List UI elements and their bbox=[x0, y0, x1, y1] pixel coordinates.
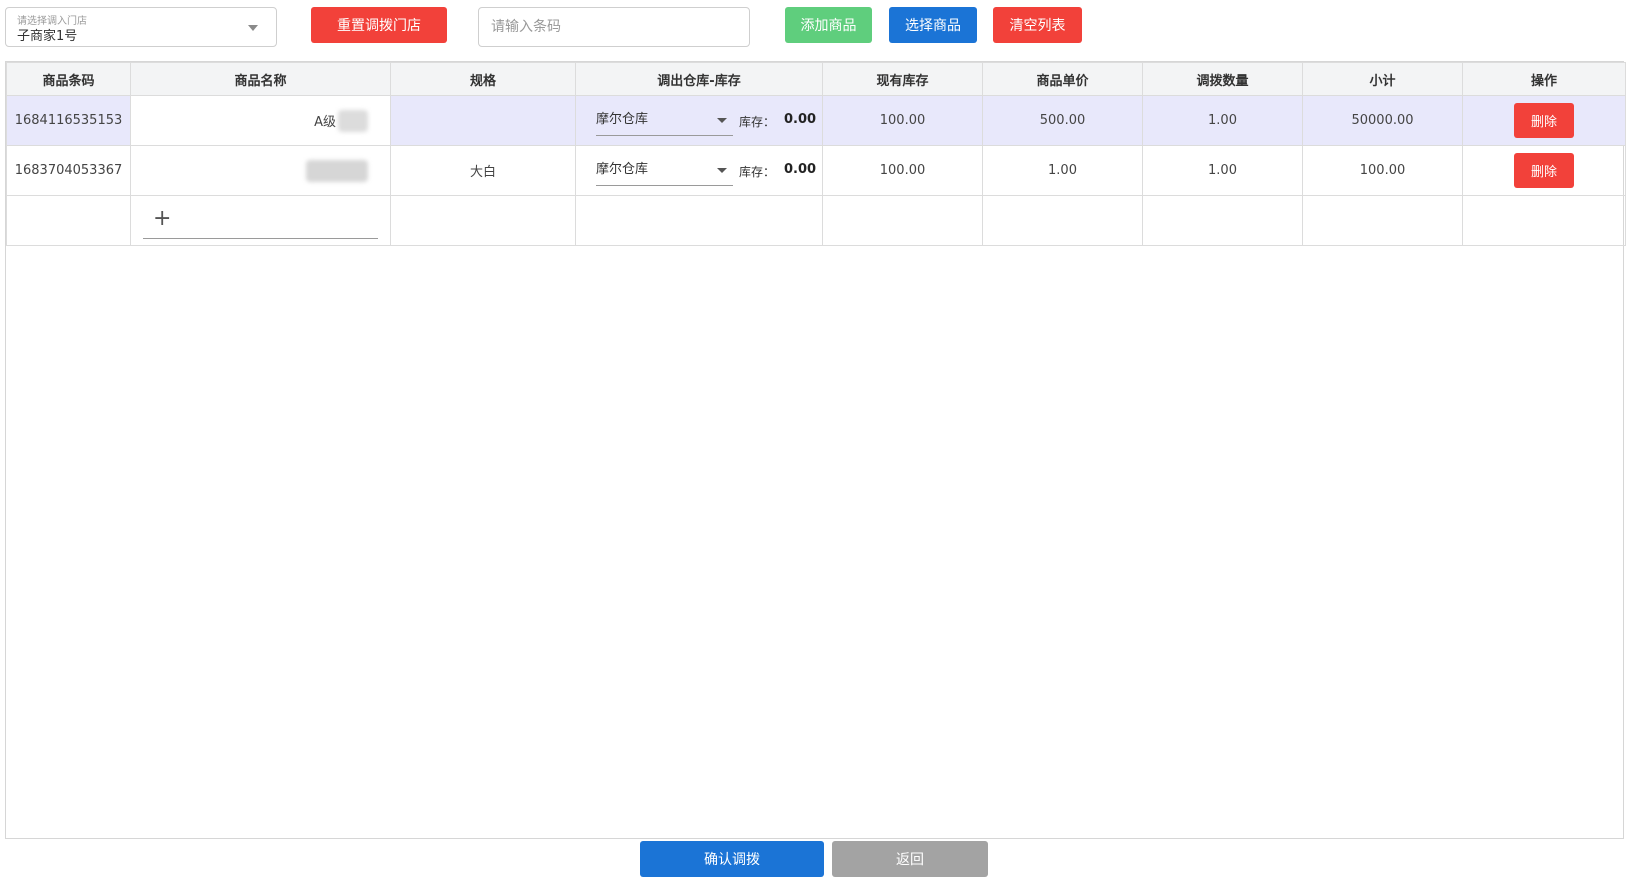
actions-cell: 删除 bbox=[1462, 95, 1626, 146]
select-product-button[interactable]: 选择商品 bbox=[889, 7, 977, 43]
clear-list-button[interactable]: 清空列表 bbox=[993, 7, 1082, 43]
delete-button[interactable]: 删除 bbox=[1514, 103, 1574, 138]
table-row: 1683704053367 大白 摩尔仓库 库存： 0.00 100.00 1.… bbox=[6, 145, 1626, 196]
stock-value: 0.00 bbox=[784, 112, 817, 127]
add-product-cell: + bbox=[130, 195, 391, 246]
col-barcode-header: 商品条码 bbox=[6, 62, 131, 96]
warehouse-select[interactable]: 摩尔仓库 bbox=[596, 106, 733, 136]
actions-cell: 删除 bbox=[1462, 145, 1626, 196]
product-name: A级 bbox=[314, 115, 336, 130]
add-product-button[interactable]: 添加商品 bbox=[785, 7, 872, 43]
quantity-cell: 1.00 bbox=[1142, 145, 1303, 196]
barcode-cell: 1684116535153 bbox=[6, 95, 131, 146]
empty-cell bbox=[1302, 195, 1463, 246]
chevron-down-icon bbox=[248, 25, 258, 31]
blurred-text bbox=[306, 159, 368, 182]
store-select[interactable]: 请选择调入门店 子商家1号 bbox=[5, 7, 277, 47]
unit-price-cell: 1.00 bbox=[982, 145, 1143, 196]
barcode-input[interactable] bbox=[478, 7, 750, 47]
subtotal-cell: 100.00 bbox=[1302, 145, 1463, 196]
table-row: 1684116535153 A级 摩尔仓库 库存： 0.00 100.00 50… bbox=[6, 95, 1626, 146]
warehouse-cell: 摩尔仓库 库存： 0.00 bbox=[575, 145, 823, 196]
footer-bar: 确认调拨 返回 bbox=[0, 839, 1629, 882]
empty-cell bbox=[575, 195, 823, 246]
plus-icon[interactable]: + bbox=[153, 206, 171, 231]
stock-label: 库存： bbox=[739, 165, 776, 179]
add-product-input-line bbox=[143, 238, 378, 239]
col-unit-price-header: 商品单价 bbox=[982, 62, 1143, 96]
warehouse-select[interactable]: 摩尔仓库 bbox=[596, 156, 733, 186]
col-current-stock-header: 现有库存 bbox=[822, 62, 983, 96]
col-subtotal-header: 小计 bbox=[1302, 62, 1463, 96]
subtotal-cell: 50000.00 bbox=[1302, 95, 1463, 146]
product-name-cell: A级 bbox=[130, 95, 391, 146]
warehouse-cell: 摩尔仓库 库存： 0.00 bbox=[575, 95, 823, 146]
quantity-cell: 1.00 bbox=[1142, 95, 1303, 146]
transfer-table: 商品条码 商品名称 规格 调出仓库-库存 现有库存 商品单价 调拨数量 小计 操… bbox=[5, 61, 1626, 839]
warehouse-select-value: 摩尔仓库 bbox=[596, 112, 649, 127]
empty-cell bbox=[982, 195, 1143, 246]
empty-cell bbox=[6, 195, 131, 246]
back-button[interactable]: 返回 bbox=[832, 841, 988, 877]
confirm-transfer-button[interactable]: 确认调拨 bbox=[640, 841, 824, 877]
spec-cell bbox=[390, 95, 576, 146]
col-name-header: 商品名称 bbox=[130, 62, 391, 96]
delete-button[interactable]: 删除 bbox=[1514, 153, 1574, 188]
barcode-cell: 1683704053367 bbox=[6, 145, 131, 196]
empty-cell bbox=[1142, 195, 1303, 246]
reset-store-button[interactable]: 重置调拨门店 bbox=[311, 7, 447, 43]
current-stock-cell: 100.00 bbox=[822, 145, 983, 196]
current-stock-cell: 100.00 bbox=[822, 95, 983, 146]
store-select-value: 子商家1号 bbox=[17, 29, 78, 44]
blurred-text bbox=[338, 109, 368, 132]
stock-value: 0.00 bbox=[784, 162, 817, 177]
col-quantity-header: 调拨数量 bbox=[1142, 62, 1303, 96]
add-row: + bbox=[6, 195, 1626, 246]
empty-cell bbox=[390, 195, 576, 246]
warehouse-select-value: 摩尔仓库 bbox=[596, 162, 649, 177]
col-actions-header: 操作 bbox=[1462, 62, 1626, 96]
unit-price-cell: 500.00 bbox=[982, 95, 1143, 146]
empty-cell bbox=[822, 195, 983, 246]
stock-label: 库存： bbox=[739, 115, 776, 129]
product-name-cell bbox=[130, 145, 391, 196]
col-warehouse-header: 调出仓库-库存 bbox=[575, 62, 823, 96]
caret-down-icon bbox=[717, 118, 727, 123]
col-spec-header: 规格 bbox=[390, 62, 576, 96]
spec-cell: 大白 bbox=[390, 145, 576, 196]
caret-down-icon bbox=[717, 168, 727, 173]
table-header-row: 商品条码 商品名称 规格 调出仓库-库存 现有库存 商品单价 调拨数量 小计 操… bbox=[6, 62, 1626, 96]
empty-cell bbox=[1462, 195, 1626, 246]
